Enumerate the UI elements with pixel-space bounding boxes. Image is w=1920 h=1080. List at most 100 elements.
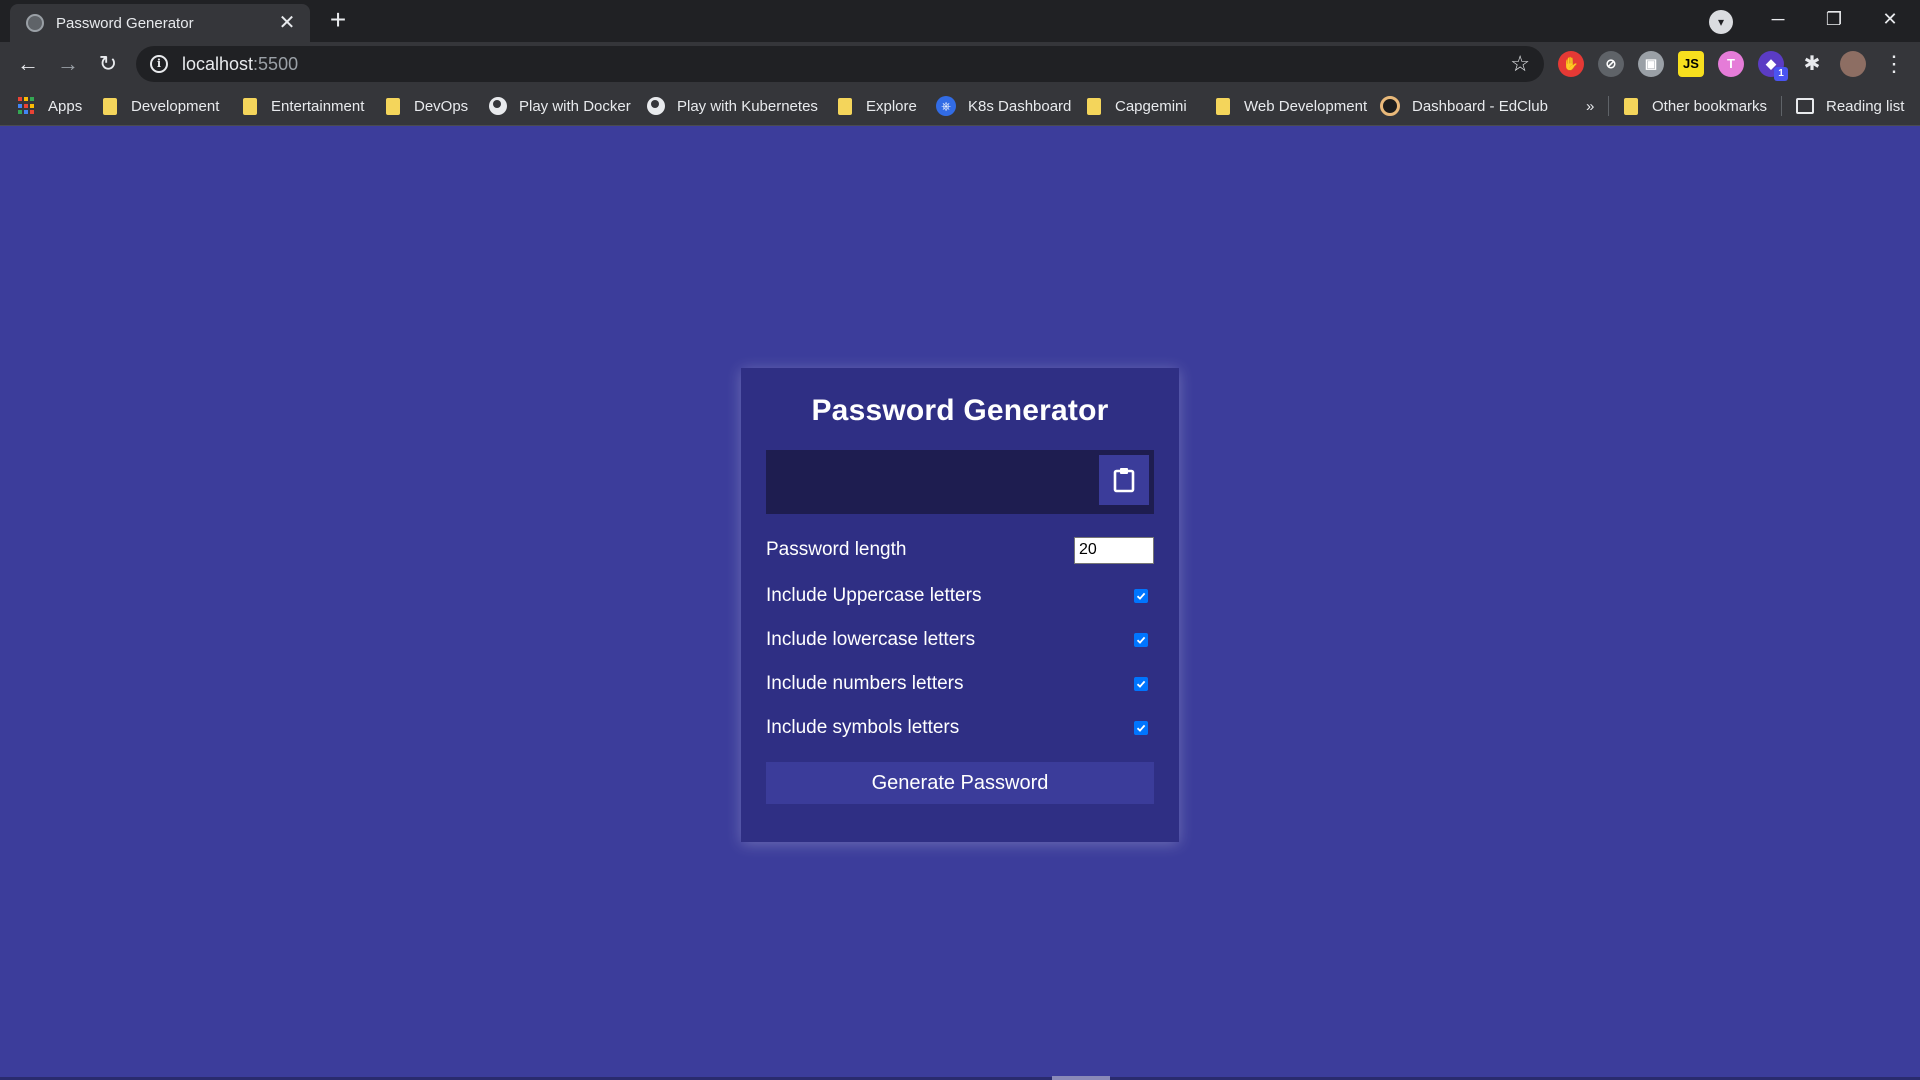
bookmark-label: DevOps [414, 97, 469, 115]
back-button[interactable]: ← [12, 48, 44, 80]
bookmark-play-with-docker[interactable]: Play with Docker [489, 86, 631, 126]
bookmark-capgemini[interactable]: Capgemini [1087, 86, 1187, 126]
folder-icon [1624, 97, 1638, 115]
extension-glyph: ✋ [1562, 56, 1580, 71]
k8s-icon: ⎈ [936, 96, 956, 116]
bookmark-label: K8s Dashboard [968, 97, 1072, 115]
option-lowercase: Include lowercase letters [766, 618, 1154, 662]
url-port: :5500 [253, 53, 299, 74]
bookmarks-divider [1781, 96, 1782, 116]
folder-icon [386, 97, 400, 115]
symbols-checkbox[interactable] [1134, 721, 1148, 735]
reload-button[interactable]: ↻ [92, 48, 124, 80]
adblock-extension-icon[interactable]: ✋ [1558, 51, 1584, 77]
bookmarks-divider [1608, 96, 1609, 116]
globe-icon [647, 97, 665, 115]
folder-icon [1087, 97, 1101, 115]
bookmark-k8s-dashboard[interactable]: ⎈ K8s Dashboard [936, 86, 1071, 126]
bookmark-explore[interactable]: Explore [838, 86, 917, 126]
bookmarks-overflow-button[interactable]: » [1586, 86, 1594, 126]
bookmark-label: Capgemini [1115, 97, 1187, 115]
tab-strip: Password Generator ✕ + ▾ ─ ❐ ✕ [0, 0, 1920, 42]
reading-list-button[interactable]: Reading list [1796, 86, 1904, 126]
bookmark-entertainment[interactable]: Entertainment [243, 86, 364, 126]
option-label: Include symbols letters [766, 717, 960, 738]
bookmark-label: Apps [48, 97, 83, 115]
clipboard-icon [1113, 468, 1135, 493]
checkmark-icon [1136, 724, 1146, 732]
option-symbols: Include symbols letters [766, 706, 1154, 750]
bookmark-other-bookmarks[interactable]: Other bookmarks [1624, 86, 1767, 126]
browser-toolbar: ← → ↻ i localhost:5500 ☆ ✋ ⊘ ▣ JS T ◆ 1 ✱ ⋮ [0, 42, 1920, 86]
option-uppercase: Include Uppercase letters [766, 574, 1154, 618]
option-label: Include numbers letters [766, 673, 964, 694]
bookmarks-bar: Apps Development Entertainment DevOps Play w… [0, 86, 1920, 126]
folder-icon [103, 97, 117, 115]
tab-favicon-icon [26, 14, 44, 32]
copy-clipboard-button[interactable] [1099, 455, 1149, 505]
extension-glyph: T [1727, 56, 1735, 71]
tab-title: Password Generator [56, 14, 194, 32]
bookmark-apps[interactable]: Apps [18, 86, 82, 126]
toggl-extension-icon[interactable]: T [1718, 51, 1744, 77]
bookmark-label: Entertainment [271, 97, 365, 115]
extension-badge: 1 [1774, 67, 1788, 81]
folder-icon [1216, 97, 1230, 115]
password-length-input[interactable] [1074, 536, 1154, 564]
window-close-button[interactable]: ✕ [1862, 0, 1918, 40]
maximize-button[interactable]: ❐ [1806, 0, 1862, 40]
site-info-icon[interactable]: i [150, 55, 168, 73]
checkmark-icon [1136, 680, 1146, 688]
edclub-icon [1380, 96, 1400, 116]
scroll-handle [1052, 1076, 1110, 1080]
profile-avatar[interactable] [1840, 51, 1866, 77]
reading-list-icon [1796, 98, 1814, 114]
length-label: Password length [766, 539, 907, 560]
bookmark-label: Play with Kubernetes [677, 97, 818, 115]
forward-button[interactable]: → [52, 48, 84, 80]
checkmark-icon [1136, 592, 1146, 600]
bookmark-development[interactable]: Development [103, 86, 219, 126]
password-result-box [766, 450, 1154, 514]
globe-icon [489, 97, 507, 115]
block-extension-icon[interactable]: ⊘ [1598, 51, 1624, 77]
apps-icon [18, 97, 36, 115]
ext6-extension-icon[interactable]: ◆ 1 [1758, 51, 1788, 81]
bookmark-devops[interactable]: DevOps [386, 86, 468, 126]
folder-icon [838, 97, 852, 115]
uppercase-checkbox[interactable] [1134, 589, 1148, 603]
new-tab-button[interactable]: + [324, 6, 352, 34]
ext3-extension-icon[interactable]: ▣ [1638, 51, 1664, 77]
browser-tab[interactable]: Password Generator ✕ [10, 4, 310, 42]
address-bar[interactable]: i localhost:5500 ☆ [136, 46, 1544, 82]
page-title: Password Generator [811, 394, 1109, 427]
minimize-button[interactable]: ─ [1750, 0, 1806, 40]
checkmark-icon [1136, 636, 1146, 644]
generate-password-button[interactable]: Generate Password [766, 762, 1154, 804]
bookmark-label: Web Development [1244, 97, 1368, 115]
option-numbers: Include numbers letters [766, 662, 1154, 706]
password-generator-card: Password Generator Password length Inclu… [741, 368, 1179, 842]
bookmark-play-with-kubernetes[interactable]: Play with Kubernetes [647, 86, 818, 126]
bookmark-dashboard-edclub[interactable]: Dashboard - EdClub [1380, 86, 1548, 126]
option-label: Include lowercase letters [766, 629, 976, 650]
folder-icon [243, 97, 257, 115]
bookmark-label: Explore [866, 97, 917, 115]
extensions-puzzle-icon[interactable]: ✱ [1796, 48, 1828, 80]
tab-search-icon[interactable]: ▾ [1709, 10, 1733, 34]
lowercase-checkbox[interactable] [1134, 633, 1148, 647]
js-extension-icon[interactable]: JS [1678, 51, 1704, 77]
bookmark-label: Development [131, 97, 220, 115]
url-host: localhost [182, 53, 254, 74]
option-label: Include Uppercase letters [766, 585, 982, 606]
bookmark-label: Dashboard - EdClub [1412, 97, 1548, 115]
length-setting: Password length [766, 528, 1154, 572]
extension-glyph: JS [1683, 56, 1699, 71]
bookmark-star-icon[interactable]: ☆ [1510, 52, 1530, 76]
numbers-checkbox[interactable] [1134, 677, 1148, 691]
bookmark-web-development[interactable]: Web Development [1216, 86, 1367, 126]
bookmark-label: Play with Docker [519, 97, 631, 115]
tab-close-icon[interactable]: ✕ [276, 12, 298, 34]
browser-menu-icon[interactable]: ⋮ [1878, 48, 1910, 80]
extension-glyph: ⊘ [1605, 56, 1617, 71]
